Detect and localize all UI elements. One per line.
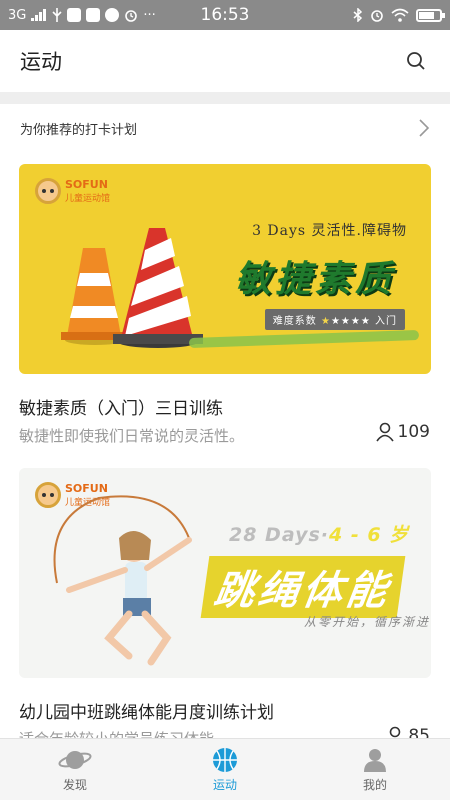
nav-item-me[interactable]: 我的 bbox=[300, 739, 450, 800]
logo-mascot-icon bbox=[35, 178, 61, 204]
difficulty-label: 难度系数 bbox=[272, 316, 317, 327]
chevron-right-icon bbox=[419, 119, 430, 137]
banner-days: 28 Days·4 - 6 岁 bbox=[229, 524, 410, 546]
page-title: 运动 bbox=[20, 50, 62, 74]
banner-main-text: 敏捷素质 bbox=[234, 259, 395, 300]
basketball-icon bbox=[213, 747, 237, 772]
recommended-plans-header[interactable]: 为你推荐的打卡计划 bbox=[0, 104, 450, 152]
divider-band bbox=[0, 92, 450, 104]
plan-banner-agility[interactable]: SOFUN 儿童运动馆 3 Days 灵活性.障碍物 敏捷素质 难度系数 ★★★… bbox=[19, 164, 431, 374]
participant-count: 109 bbox=[375, 422, 430, 442]
logo-text: SOFUN bbox=[65, 177, 108, 191]
battery-icon bbox=[416, 8, 445, 22]
user-icon bbox=[364, 748, 386, 772]
banner-subtitle: 3 Days 灵活性.障碍物 bbox=[252, 223, 407, 239]
plan-title[interactable]: 幼儿园中班跳绳体能月度训练计划 bbox=[19, 698, 274, 723]
bottom-navigation: 发现 运动 我的 bbox=[0, 738, 450, 800]
difficulty-badge: 难度系数 ★★★★★ 入门 bbox=[264, 309, 405, 330]
star-rating-icon: ★ bbox=[320, 316, 331, 327]
search-icon bbox=[407, 52, 425, 70]
banner-age: 4 - 6 岁 bbox=[328, 524, 410, 546]
plan-banner-jump-rope[interactable]: SOFUN 儿童运动馆 28 Days·4 - 6 岁 跳绳体能 从零开始，循序… bbox=[19, 468, 431, 678]
status-bar: 3G ··· 16:53 bbox=[0, 0, 450, 30]
plan-description: 敏捷性即使我们日常说的灵活性。 bbox=[19, 427, 245, 445]
nav-label-discover: 发现 bbox=[62, 777, 87, 792]
banner-days-text: 28 Days bbox=[229, 524, 321, 546]
search-button[interactable] bbox=[402, 47, 430, 75]
sofun-logo: SOFUN 儿童运动馆 bbox=[35, 178, 110, 204]
plan-title[interactable]: 敏捷素质（入门）三日训练 bbox=[19, 394, 223, 419]
nav-item-sport[interactable]: 运动 bbox=[150, 739, 300, 800]
logo-subtext: 儿童运动馆 bbox=[65, 193, 111, 204]
person-icon bbox=[375, 422, 394, 442]
banner-note: 从零开始，循序渐进 bbox=[304, 615, 431, 629]
section-title: 为你推荐的打卡计划 bbox=[20, 122, 138, 138]
clock: 16:53 bbox=[200, 5, 250, 25]
participant-count-value: 109 bbox=[397, 422, 430, 442]
nav-item-discover[interactable]: 发现 bbox=[0, 739, 150, 800]
banner-main-text: 跳绳体能 bbox=[200, 556, 406, 618]
brush-stroke-decoration bbox=[188, 329, 420, 349]
nav-label-sport: 运动 bbox=[212, 777, 237, 792]
girl-jumping-rope-illustration bbox=[53, 495, 192, 666]
difficulty-level: 入门 bbox=[375, 316, 397, 327]
traffic-cones-illustration bbox=[61, 228, 203, 348]
planet-icon bbox=[58, 750, 92, 769]
app-header: 运动 bbox=[0, 30, 450, 92]
nav-label-me: 我的 bbox=[362, 777, 387, 792]
app-screen: 3G ··· 16:53 运动 为你推荐的打卡计划 SOFUN 儿童运动馆 3 … bbox=[0, 0, 450, 800]
